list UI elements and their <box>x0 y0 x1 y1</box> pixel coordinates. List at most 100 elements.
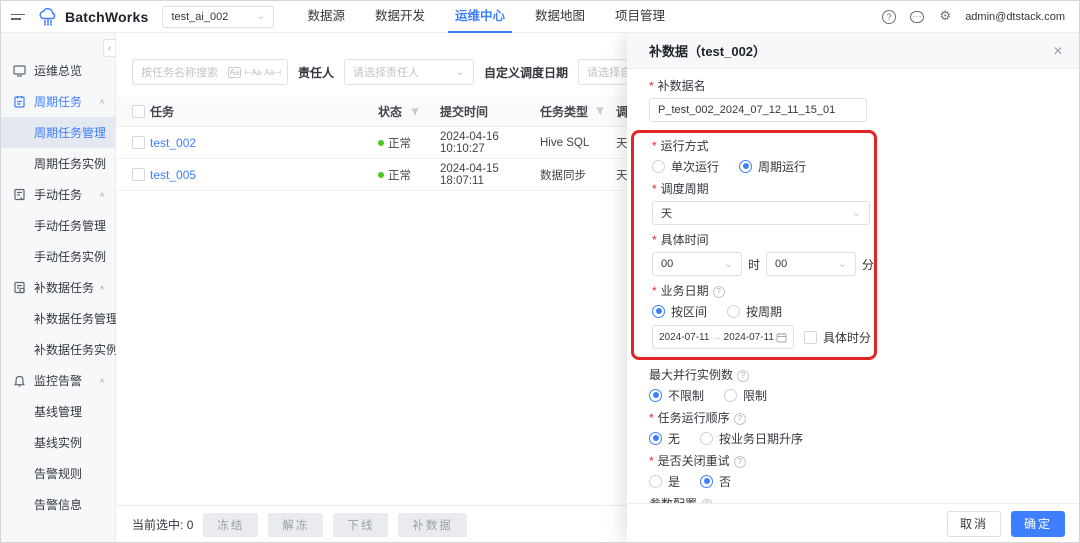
run-mode-field: 运行方式 单次运行 周期运行 <box>652 139 874 174</box>
table-row[interactable]: test_005 正常 2024-04-15 18:07:11 数据同步 天 <box>116 159 716 191</box>
hour-select[interactable]: 00 ⌄ <box>652 252 742 276</box>
filter-icon[interactable] <box>410 107 420 117</box>
radio-retry-no[interactable] <box>700 474 714 488</box>
radio-order-asc[interactable] <box>700 431 714 445</box>
cancel-button[interactable]: 取消 <box>946 510 1001 537</box>
sidebar: ‹ 运维总览 周期任务 ∧ 周期任务管理 周期任务实例 手动任务 ∧ 手动任务管… <box>1 33 118 542</box>
offline-button[interactable]: 下线 <box>333 512 389 537</box>
patch-data-button[interactable]: 补数据 <box>398 512 467 537</box>
drawer-footer: 取消 确定 <box>627 503 1079 542</box>
app-root: BatchWorks test_ai_002 ⌄ 数据源 数据开发 运维中心 数… <box>0 0 1080 543</box>
row-checkbox[interactable] <box>132 168 145 181</box>
sidebar-item-manual-task-instance[interactable]: 手动任务实例 <box>1 241 115 272</box>
radio-limited[interactable] <box>724 388 738 402</box>
run-order-field: 任务运行顺序 ? 无 按业务日期升序 <box>649 411 1057 446</box>
sidebar-item-patch-data-instance[interactable]: 补数据任务实例 <box>1 334 118 365</box>
sidebar-item-ops-overview[interactable]: 运维总览 <box>1 55 115 86</box>
radio-by-cycle[interactable] <box>727 304 741 318</box>
confirm-button[interactable]: 确定 <box>1010 510 1065 537</box>
schedule-cycle-select[interactable]: 天 ⌄ <box>652 201 870 225</box>
nav-item-ops-center[interactable]: 运维中心 <box>440 1 520 33</box>
patch-name-field: 补数据名 P_test_002_2024_07_12_11_15_01 <box>649 79 1057 122</box>
col-task-type: 任务类型 <box>540 103 616 120</box>
sidebar-item-periodic-task-instance[interactable]: 周期任务实例 <box>1 148 115 179</box>
help-icon[interactable]: ? <box>733 412 746 425</box>
specific-hm-checkbox[interactable] <box>804 330 817 344</box>
help-icon[interactable]: ? <box>712 285 725 298</box>
radio-single-run[interactable] <box>652 159 665 173</box>
drawer-body: 补数据名 P_test_002_2024_07_12_11_15_01 运行方式… <box>627 69 1079 503</box>
patch-data-icon <box>13 281 26 294</box>
filter-icon[interactable] <box>595 106 605 116</box>
sidebar-collapse-handle[interactable]: ‹ <box>103 39 115 57</box>
project-select[interactable]: test_ai_002 ⌄ <box>162 5 275 28</box>
status-dot <box>378 139 384 146</box>
patch-name-input[interactable]: P_test_002_2024_07_12_11_15_01 <box>649 98 867 122</box>
owner-select[interactable]: 请选择责任人 ⌄ <box>344 59 475 85</box>
sidebar-group-patch-data-tasks[interactable]: 补数据任务 ∧ <box>1 272 115 303</box>
bell-icon <box>13 374 26 387</box>
user-email[interactable]: admin@dtstack.com <box>965 11 1065 23</box>
message-icon[interactable]: ··· <box>909 9 925 25</box>
selected-count-label: 当前选中: 0 <box>132 518 194 532</box>
col-status: 状态 <box>378 105 403 119</box>
select-all-checkbox[interactable] <box>132 105 145 118</box>
close-icon[interactable]: ✕ <box>1053 44 1063 58</box>
unfreeze-button[interactable]: 解冻 <box>268 512 324 537</box>
help-icon[interactable]: ? <box>881 9 897 25</box>
submit-time: 2024-04-16 10:10:27 <box>440 130 499 155</box>
minute-select[interactable]: 00 ⌄ <box>766 252 856 276</box>
match-case-icon[interactable]: Aa <box>227 66 242 78</box>
run-order-label: 任务运行顺序 ? <box>649 411 1057 426</box>
dashboard-icon <box>13 64 26 77</box>
date-range-picker[interactable]: 2024-07-11 → 2024-07-11 <box>652 325 794 349</box>
nav-item-data-map[interactable]: 数据地图 <box>520 1 600 33</box>
chevron-down-icon: ⌄ <box>837 257 847 270</box>
radio-unlimited[interactable] <box>649 388 662 402</box>
table-row[interactable]: test_002 正常 2024-04-16 10:10:27 Hive SQL… <box>116 127 716 159</box>
menu-icon[interactable] <box>11 13 25 20</box>
sidebar-item-alert-rules[interactable]: 告警规则 <box>1 458 115 489</box>
radio-retry-yes[interactable] <box>649 474 662 488</box>
patch-name-label: 补数据名 <box>649 79 1057 94</box>
task-link[interactable]: test_002 <box>150 136 378 150</box>
max-parallel-label: 最大并行实例数 ? <box>649 368 1057 383</box>
task-link[interactable]: test_005 <box>150 168 378 182</box>
nav-item-project-mgmt[interactable]: 项目管理 <box>600 1 680 33</box>
help-icon[interactable]: ? <box>733 455 746 468</box>
radio-order-none[interactable] <box>649 431 662 445</box>
manual-task-icon <box>13 188 26 201</box>
status-dot <box>378 171 384 178</box>
calendar-task-icon <box>13 95 26 108</box>
col-task: 任务 <box>150 105 175 119</box>
sidebar-item-baseline-mgmt[interactable]: 基线管理 <box>1 396 115 427</box>
business-date-label: 业务日期 ? <box>652 284 874 299</box>
owner-label: 责任人 <box>298 65 335 80</box>
radio-periodic-run[interactable] <box>739 159 753 173</box>
sidebar-item-patch-data-mgmt[interactable]: 补数据任务管理 <box>1 303 118 334</box>
gear-icon[interactable]: ⚙ <box>937 9 953 25</box>
nav-item-data-develop[interactable]: 数据开发 <box>360 1 440 33</box>
sidebar-item-baseline-instance[interactable]: 基线实例 <box>1 427 115 458</box>
row-checkbox[interactable] <box>132 136 145 149</box>
help-icon[interactable]: ? <box>737 369 750 382</box>
nav-item-datasource[interactable]: 数据源 <box>292 1 360 33</box>
sidebar-group-periodic-tasks[interactable]: 周期任务 ∧ <box>1 86 115 117</box>
sidebar-group-manual-tasks[interactable]: 手动任务 ∧ <box>1 179 115 210</box>
sidebar-group-monitor-alert[interactable]: 监控告警 ∧ <box>1 365 115 396</box>
radio-by-range[interactable] <box>652 304 665 318</box>
start-date: 2024-07-11 <box>659 331 710 343</box>
sidebar-item-alert-info[interactable]: 告警信息 <box>1 489 115 520</box>
freeze-button[interactable]: 冻结 <box>203 512 259 537</box>
sidebar-item-manual-task-mgmt[interactable]: 手动任务管理 <box>1 210 115 241</box>
sidebar-item-periodic-task-mgmt[interactable]: 周期任务管理 <box>1 117 115 148</box>
chevron-down-icon: ⌄ <box>256 10 266 22</box>
end-date: 2024-07-11 <box>723 331 774 343</box>
task-search-input[interactable]: 按任务名称搜索 Aa ⊢Aa Aa⊣ <box>132 59 288 85</box>
task-type: 数据同步 <box>540 169 586 182</box>
match-prefix-icon[interactable]: ⊢Aa <box>244 68 261 77</box>
status-badge: 正常 <box>388 137 411 150</box>
match-suffix-icon[interactable]: Aa⊣ <box>264 68 281 77</box>
drawer-header: 补数据（test_002） ✕ <box>627 33 1079 69</box>
task-table: 任务 状态 提交时间 任务类型 调度周期 test_002 正常 2024-04… <box>116 97 716 191</box>
